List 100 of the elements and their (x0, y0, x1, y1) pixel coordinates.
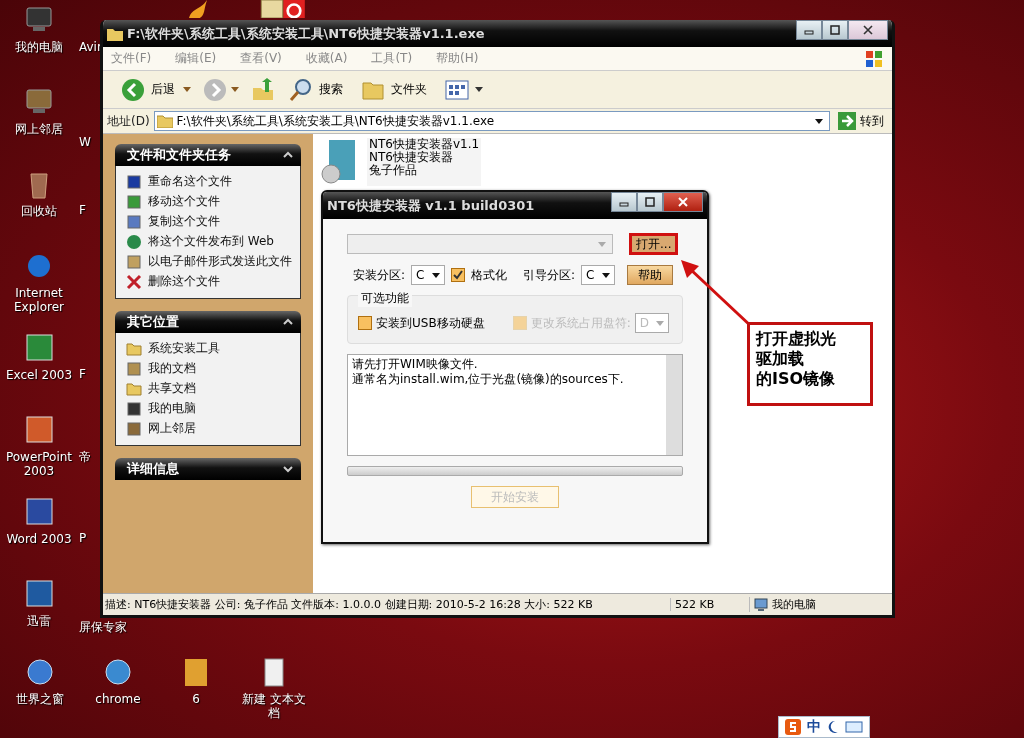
ime-mode-button[interactable]: 中 (807, 718, 821, 736)
caret-icon (598, 241, 606, 247)
desktop-icon-label[interactable]: 我的电脑 (15, 40, 63, 54)
folders-button[interactable]: 文件夹 (357, 75, 431, 104)
desktop-icon-label[interactable]: 迅雷 (27, 614, 51, 628)
desktop-icon-label[interactable]: 帝 (79, 449, 91, 466)
task-link[interactable]: 共享文档 (148, 381, 196, 395)
callout-text: 驱加载 (756, 349, 805, 369)
task-link[interactable]: 网上邻居 (148, 421, 196, 435)
file-task-icon (126, 361, 142, 377)
log-text-area[interactable]: 请先打开WIM映像文件. 通常名为install.wim,位于光盘(镜像)的sources下. (347, 354, 683, 456)
desktop-icon-label[interactable]: Excel 2003 (5, 368, 73, 382)
task-link[interactable]: 我的电脑 (148, 401, 196, 415)
task-link[interactable]: 复制这个文件 (148, 214, 220, 228)
desktop-icon-label[interactable]: W (79, 135, 91, 149)
scrollbar[interactable] (666, 355, 682, 455)
task-link[interactable]: 删除这个文件 (148, 274, 220, 288)
help-button[interactable]: 帮助 (627, 265, 674, 285)
task-link[interactable]: 将这个文件发布到 Web (148, 234, 274, 248)
collapse-chevron-icon[interactable] (283, 318, 293, 326)
collapse-chevron-icon[interactable] (283, 151, 293, 159)
task-link[interactable]: 重命名这个文件 (148, 174, 232, 188)
back-button[interactable]: 后退 (117, 75, 179, 104)
expand-chevron-icon[interactable] (283, 465, 293, 473)
file-task-icon (126, 421, 142, 437)
panel-header[interactable]: 文件和文件夹任务 (115, 144, 301, 166)
desktop-icon-label[interactable]: 回收站 (21, 204, 57, 218)
file-info-text: NT6快捷安装器v1.1 (369, 138, 480, 151)
desktop-icon-label[interactable]: Internet Explorer (1, 286, 77, 314)
boot-partition-dropdown[interactable]: C (581, 265, 616, 285)
desktop-icon-label[interactable]: 世界之窗 (16, 692, 64, 706)
file-task-icon (126, 214, 142, 230)
folder-icon (126, 341, 142, 357)
install-partition-label: 安装分区: (353, 266, 406, 284)
maximize-button[interactable] (637, 192, 663, 212)
caret-icon[interactable] (815, 118, 823, 124)
install-partition-dropdown[interactable]: C (411, 265, 446, 285)
desktop-icon-label[interactable]: Word 2003 (6, 532, 72, 546)
app-shortcut-icon[interactable] (23, 414, 55, 446)
address-field[interactable]: F:\软件夹\系统工具\系统安装工具\NT6快捷安装器v1.1.exe (153, 111, 830, 131)
format-checkbox[interactable] (451, 268, 466, 282)
usb-checkbox[interactable] (358, 316, 372, 330)
close-button[interactable] (848, 20, 888, 40)
group-title: 可选功能 (358, 290, 412, 307)
format-label: 格式化 (471, 266, 508, 284)
monitor-icon (126, 401, 142, 417)
desktop-icon-label[interactable]: 屏保专家 (79, 619, 127, 636)
close-button[interactable] (663, 192, 703, 212)
file-task-icon (126, 254, 142, 270)
task-link[interactable]: 我的文档 (148, 361, 196, 375)
minimize-button[interactable] (611, 192, 637, 212)
flame-icon[interactable] (186, 0, 210, 18)
caret-icon (655, 320, 664, 326)
maximize-button[interactable] (822, 20, 848, 40)
app-shortcut-icon[interactable] (23, 332, 55, 364)
grid-view-icon (445, 77, 469, 102)
open-button[interactable]: 打开... (629, 233, 679, 255)
image-file-icon[interactable] (258, 0, 286, 18)
file-task-icon (126, 194, 142, 210)
menu-item[interactable]: 编辑(E) (175, 50, 217, 67)
desktop-icon-label[interactable]: F (79, 203, 86, 217)
desktop-icon-label[interactable]: Avir (79, 40, 102, 54)
search-button[interactable]: 搜索 (285, 75, 347, 104)
globe-icon[interactable] (24, 656, 56, 688)
desktop-icon-label[interactable]: 6 (192, 692, 200, 706)
panel-header[interactable]: 其它位置 (115, 311, 301, 333)
ime-logo-icon[interactable] (785, 719, 801, 735)
menu-item[interactable]: 收藏(A) (305, 50, 348, 67)
desktop-icon-label[interactable]: 网上邻居 (15, 122, 63, 136)
menu-item[interactable]: 帮助(H) (436, 50, 479, 67)
desktop-icon-label[interactable]: chrome (95, 692, 141, 706)
close-icon (862, 24, 874, 36)
menu-item[interactable]: 查看(V) (240, 50, 282, 67)
minimize-button[interactable] (796, 20, 822, 40)
boot-partition-label: 引导分区: (523, 266, 576, 284)
task-link[interactable]: 移动这个文件 (148, 194, 220, 208)
dialog-title: NT6快捷安装器 v1.1 build0301 (327, 196, 536, 215)
search-icon (289, 77, 313, 102)
globe-icon[interactable] (102, 656, 134, 688)
go-button[interactable]: 转到 (834, 112, 888, 130)
desktop-icon-label[interactable]: P (79, 531, 87, 545)
menu-item[interactable]: 工具(T) (371, 50, 413, 67)
address-label: 地址(D) (107, 112, 150, 130)
caret-icon (475, 87, 483, 92)
folder-up-icon[interactable] (251, 77, 275, 102)
task-link[interactable]: 以电子邮件形式发送此文件 (148, 254, 292, 268)
computer-icon (754, 597, 768, 612)
desktop-icon-label[interactable]: 新建 文本文档 (241, 692, 307, 720)
moon-icon[interactable] (827, 720, 839, 734)
installer-file-icon[interactable] (321, 138, 357, 186)
panel-header[interactable]: 详细信息 (115, 458, 301, 480)
callout-text: 打开虚拟光 (756, 329, 837, 349)
task-link[interactable]: 系统安装工具 (148, 341, 220, 355)
app-shortcut-icon[interactable] (282, 0, 306, 18)
menu-item[interactable]: 文件(F) (111, 50, 152, 67)
windows-flag-logo (864, 48, 884, 69)
desktop-icon-label[interactable]: F (79, 367, 86, 381)
file-info-text: 兔子作品 (369, 164, 418, 177)
callout-text: 的ISO镜像 (756, 369, 837, 389)
desktop-icon-label[interactable]: PowerPoint 2003 (1, 450, 77, 478)
